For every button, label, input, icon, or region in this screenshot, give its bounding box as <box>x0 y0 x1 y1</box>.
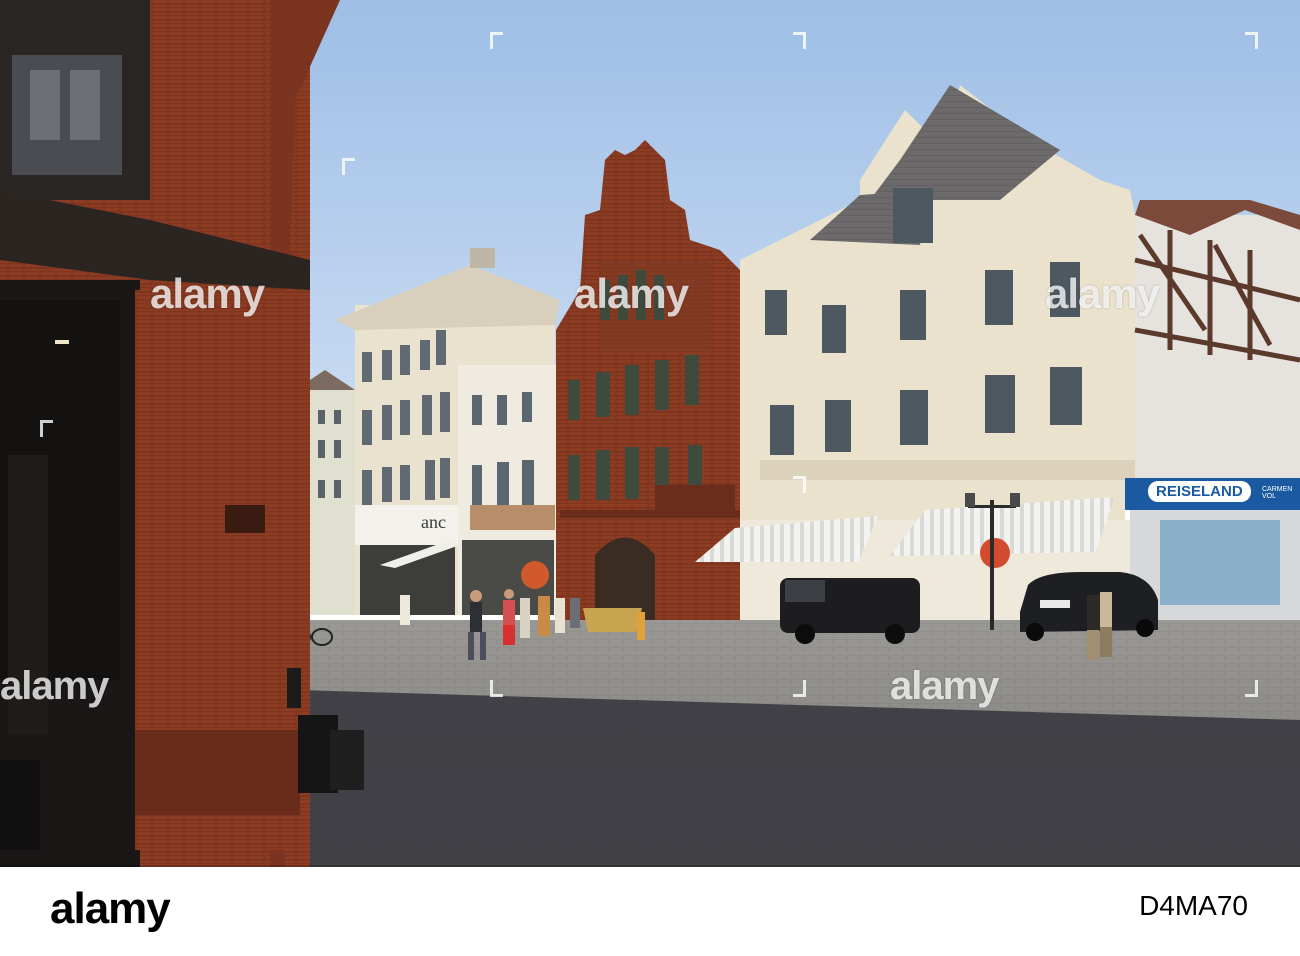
watermark: alamy <box>1045 270 1160 317</box>
watermark: alamy <box>150 270 265 317</box>
travel-agency-label: REISELAND <box>1156 483 1243 500</box>
watermark-corner-mark <box>793 476 806 493</box>
watermark-corner-mark <box>1245 32 1258 49</box>
watermark-corner-mark <box>40 420 53 437</box>
street-photo: anc REISELAND CARMEN VOL alamy alamy ala… <box>0 0 1300 867</box>
travel-agency-sign: REISELAND <box>1148 481 1251 502</box>
watermark-corner-mark <box>342 158 355 175</box>
watermark-corner-mark <box>490 680 503 697</box>
footer-bar <box>0 867 1300 956</box>
watermark: alamy <box>574 270 689 317</box>
footer-logo[interactable]: alamy <box>50 884 171 934</box>
travel-agency-subtext: CARMEN VOL <box>1262 486 1293 500</box>
watermark-corner-mark <box>793 680 806 697</box>
half-timbered-building <box>1125 200 1300 620</box>
store-sign-left: anc <box>421 512 446 532</box>
watermark-corner-mark <box>490 32 503 49</box>
watermark-corner-mark <box>793 32 806 49</box>
watermark: alamy <box>890 664 999 708</box>
watermark: alamy <box>0 664 109 708</box>
footer-image-id: D4MA70 <box>1139 890 1248 921</box>
watermark-corner-mark <box>1245 680 1258 697</box>
